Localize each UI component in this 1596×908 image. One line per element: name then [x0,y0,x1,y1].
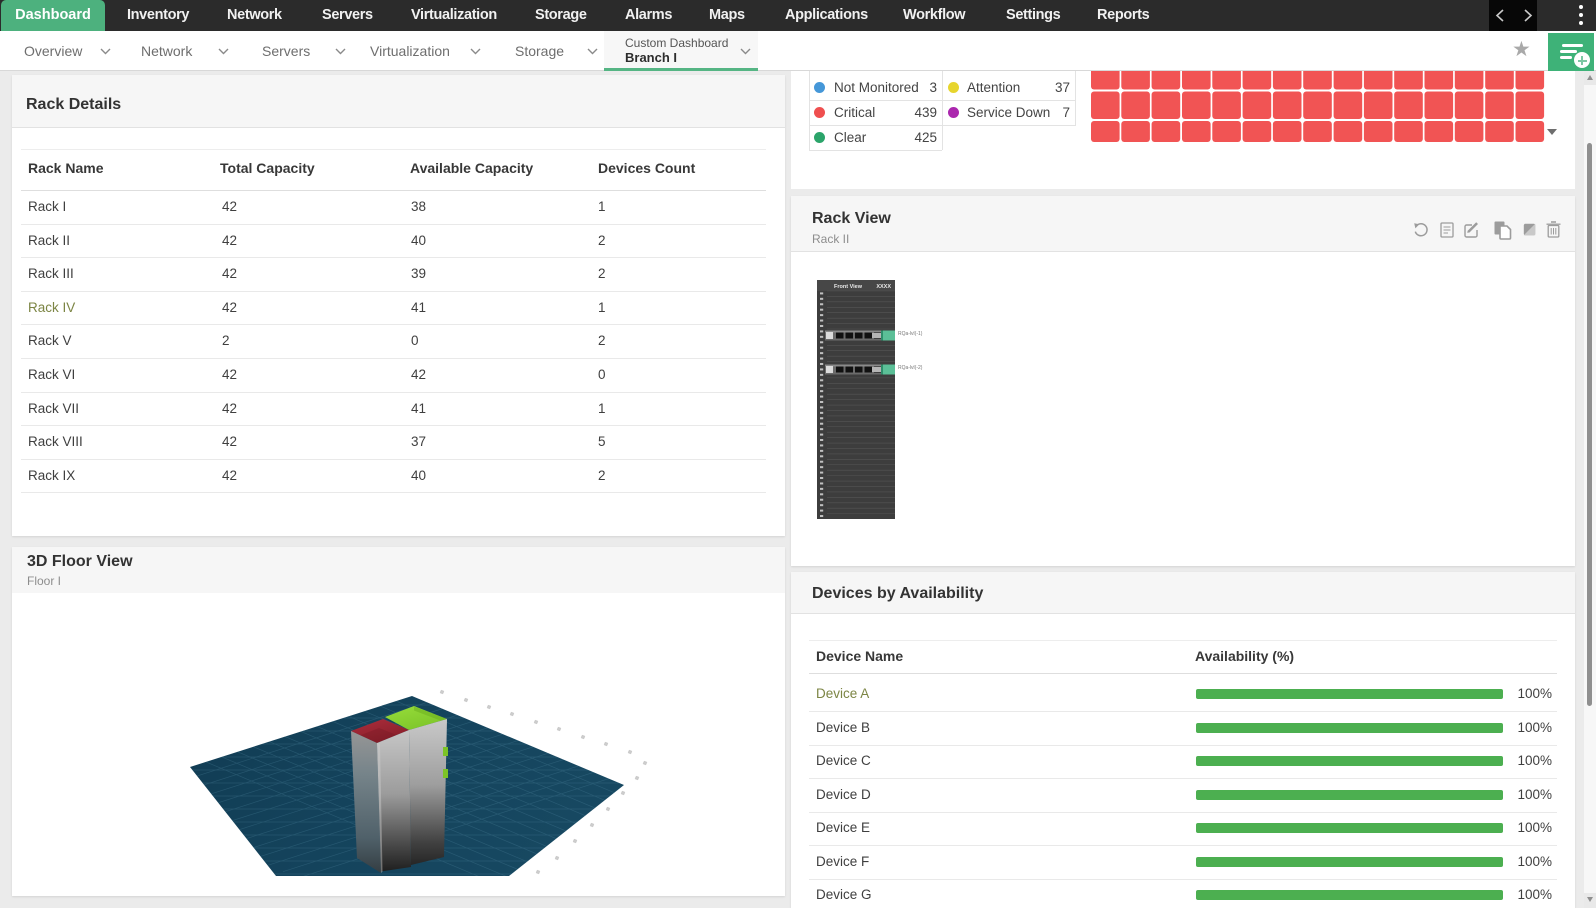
svg-text:Front View: Front View [834,284,863,290]
svg-text:RQa-lvl(-2): RQa-lvl(-2) [898,365,923,371]
svg-text:XXXX: XXXX [876,284,891,290]
svg-text:RQa-lvl(-1): RQa-lvl(-1) [898,331,923,337]
